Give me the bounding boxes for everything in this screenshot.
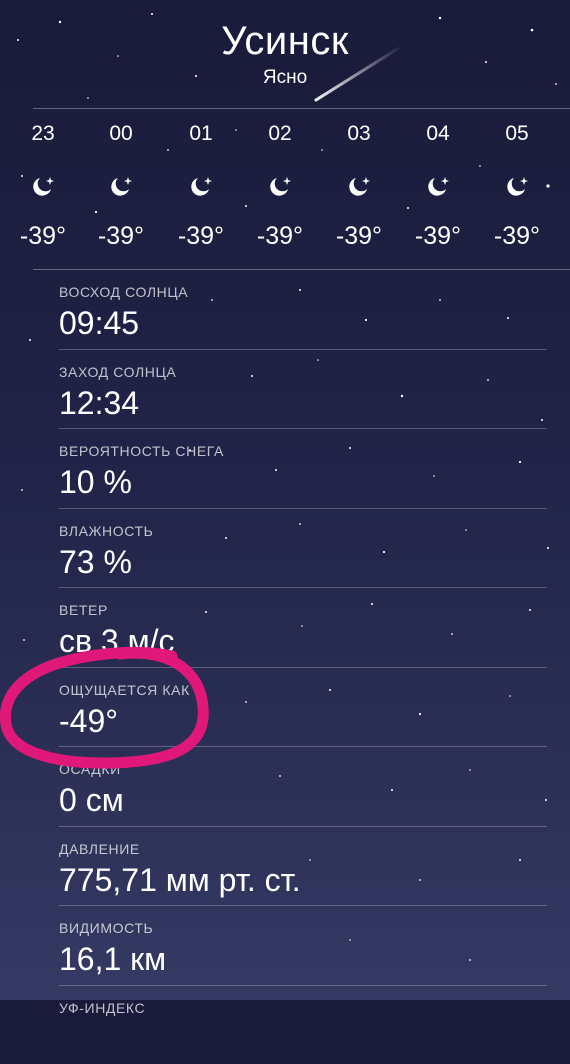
hour-time: 23: [3, 121, 83, 147]
location-header: Усинск Ясно: [0, 18, 570, 90]
detail-sunset: ЗАХОД СОЛНЦА 12:34: [59, 350, 547, 430]
hour-item: 01 -39°: [161, 110, 241, 251]
hour-temp: -39°: [319, 221, 399, 251]
hour-temp: -39°: [3, 221, 83, 251]
hour-item: 05 -39°: [477, 110, 557, 251]
moon-stars-icon: [108, 175, 134, 199]
hour-item: 00 -39°: [81, 110, 161, 251]
hourly-forecast-strip[interactable]: 23 -39° 00 -39° 01 -39° 02 -39° 03 -39° …: [0, 110, 570, 268]
detail-snow-chance: ВЕРОЯТНОСТЬ СНЕГА 10 %: [59, 429, 547, 509]
detail-label: ВЕРОЯТНОСТЬ СНЕГА: [59, 442, 224, 460]
hour-time: 00: [81, 121, 161, 147]
weather-condition: Ясно: [0, 66, 570, 90]
top-divider: [33, 108, 570, 109]
detail-visibility: ВИДИМОСТЬ 16,1 км: [59, 906, 547, 986]
hour-item: 03 -39°: [319, 110, 399, 251]
detail-value: 0 см: [59, 781, 124, 819]
city-name: Усинск: [0, 18, 570, 64]
detail-value: 12:34: [59, 384, 139, 422]
hour-time: 03: [319, 121, 399, 147]
detail-sunrise: ВОСХОД СОЛНЦА 09:45: [59, 270, 547, 350]
hour-temp: -39°: [81, 221, 161, 251]
detail-label: УФ-ИНДЕКС: [59, 999, 145, 1017]
hour-time: 02: [240, 121, 320, 147]
detail-value: 16,1 км: [59, 940, 166, 978]
moon-stars-icon: [30, 175, 56, 199]
hour-temp: -39°: [477, 221, 557, 251]
moon-stars-icon: [504, 175, 530, 199]
detail-value: 09:45: [59, 304, 139, 342]
hour-time: 01: [161, 121, 241, 147]
detail-humidity: ВЛАЖНОСТЬ 73 %: [59, 509, 547, 589]
hour-time: 05: [477, 121, 557, 147]
detail-label: ЗАХОД СОЛНЦА: [59, 363, 176, 381]
moon-stars-icon: [346, 175, 372, 199]
hour-item: 23 -39°: [3, 110, 83, 251]
detail-label: ДАВЛЕНИЕ: [59, 840, 140, 858]
detail-label: ВЛАЖНОСТЬ: [59, 522, 153, 540]
detail-value: 775,71 мм рт. ст.: [59, 861, 301, 899]
detail-label: ВЕТЕР: [59, 601, 108, 619]
hour-time: 04: [398, 121, 478, 147]
detail-value: 10 %: [59, 463, 132, 501]
moon-stars-icon: [425, 175, 451, 199]
hour-temp: -39°: [161, 221, 241, 251]
detail-label: ВИДИМОСТЬ: [59, 919, 153, 937]
detail-label: ВОСХОД СОЛНЦА: [59, 283, 188, 301]
detail-pressure: ДАВЛЕНИЕ 775,71 мм рт. ст.: [59, 827, 547, 907]
annotation-circle: [0, 640, 240, 780]
hour-temp: -39°: [240, 221, 320, 251]
moon-stars-icon: [188, 175, 214, 199]
hour-item: 02 -39°: [240, 110, 320, 251]
detail-uv-index: УФ-ИНДЕКС: [59, 986, 547, 1064]
hour-temp: -39°: [398, 221, 478, 251]
hour-item: 04 -39°: [398, 110, 478, 251]
detail-value: 73 %: [59, 543, 132, 581]
moon-stars-icon: [267, 175, 293, 199]
